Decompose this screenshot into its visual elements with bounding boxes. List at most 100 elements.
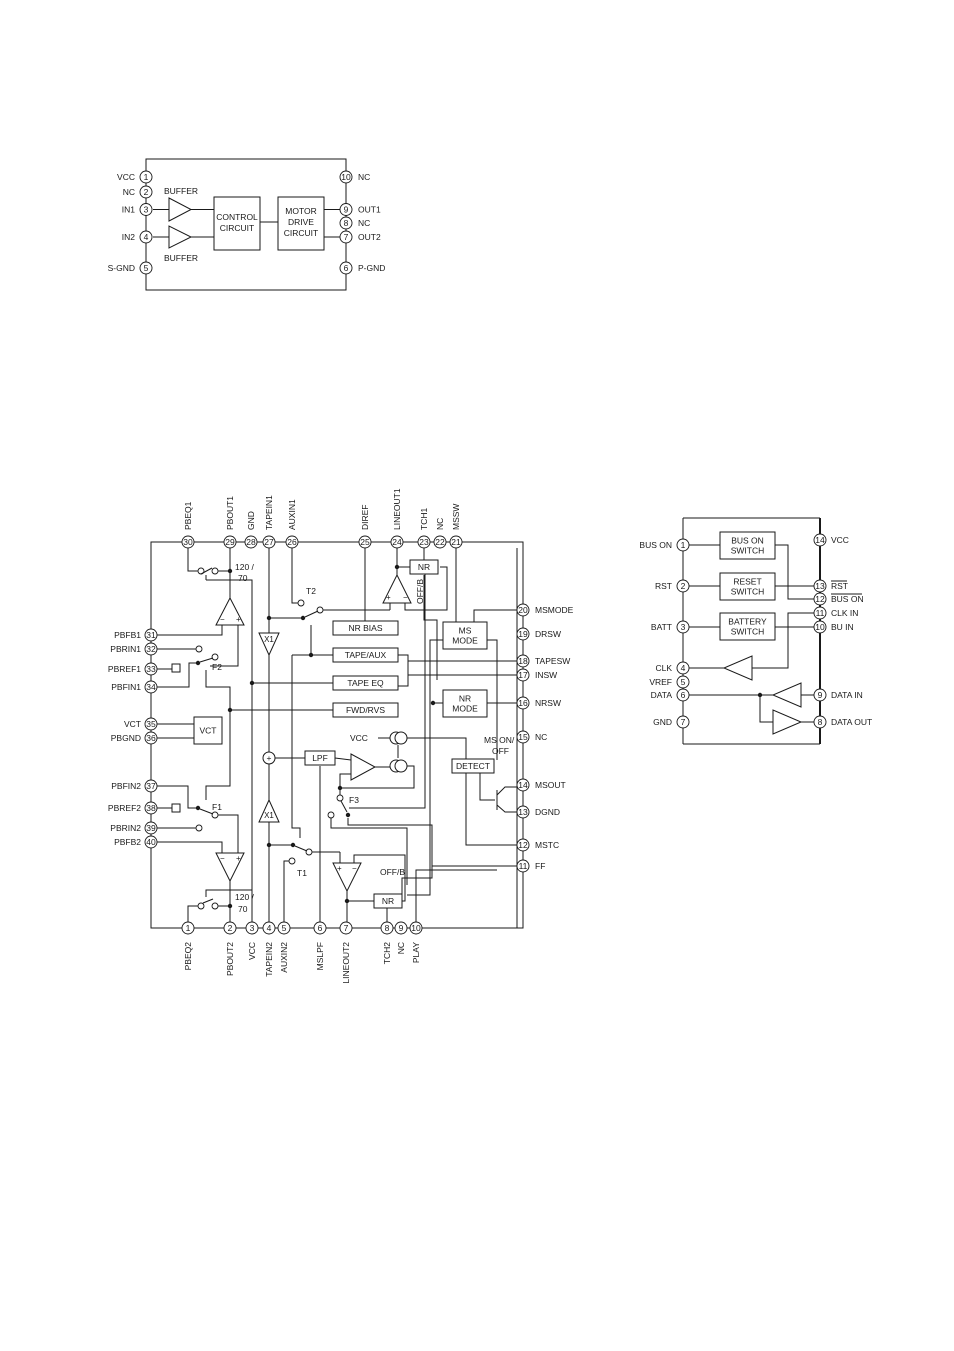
pin-5-name: VREF (649, 677, 672, 687)
pin-7-number: 7 (344, 923, 349, 933)
pin-5-name: AUXIN2 (279, 942, 289, 973)
plus-sign: + (236, 615, 241, 624)
pin-3-number: 3 (681, 622, 686, 632)
pin-30-number: 30 (183, 537, 193, 547)
battery-switch-block-label: SWITCH (731, 627, 765, 637)
pin-40-number: 40 (146, 837, 156, 847)
pin-17-number: 17 (518, 670, 528, 680)
pin-20-number: 20 (518, 605, 528, 615)
control-label-1: CONTROL (216, 212, 258, 222)
pin-23-number: 23 (419, 537, 429, 547)
pin-7-name: LINEOUT2 (341, 942, 351, 984)
wire (496, 804, 517, 813)
pin-39-number: 39 (146, 823, 156, 833)
wire (202, 898, 214, 904)
pin-1-name: BUS ON (639, 540, 672, 550)
pin-13-name: RST (831, 581, 848, 591)
current-source-1-icon-b (394, 731, 408, 745)
pin-1-number: 1 (144, 172, 149, 182)
pin-27-name: TAPEIN1 (264, 495, 274, 530)
ms-amp-icon (350, 753, 377, 781)
pin-12-name: MSTC (535, 840, 559, 850)
pin-17-name: INSW (535, 670, 557, 680)
pin-10-number: 10 (341, 172, 351, 182)
pin-6-number: 6 (344, 263, 349, 273)
nr-top-block-label: NR (418, 562, 430, 572)
pin-14-number: 14 (815, 535, 825, 545)
pin-36-number: 36 (146, 733, 156, 743)
pin-3-name: IN1 (122, 205, 136, 215)
pin-4-number: 4 (681, 663, 686, 673)
ms-mode-block-label: MODE (452, 636, 478, 646)
junction-dot (249, 680, 255, 686)
eq-bottom-label-2: 70 (238, 904, 248, 914)
junction-dot (227, 707, 233, 713)
pin-3-name: VCC (247, 942, 257, 960)
switch-contact (211, 567, 219, 575)
pin-11-number: 11 (519, 861, 528, 871)
wire (407, 737, 467, 760)
switch-contact (211, 653, 219, 661)
wire (187, 548, 198, 572)
pin-24-number: 24 (392, 537, 402, 547)
pin-11-number: 11 (816, 608, 825, 618)
motor-label-3: CIRCUIT (284, 228, 318, 238)
wire (759, 695, 773, 723)
pin-7-name: GND (653, 717, 672, 727)
pin-18-name: TAPESW (535, 656, 570, 666)
battery-switch-block-label: BATTERY (728, 617, 767, 627)
switch-contact (288, 857, 296, 865)
pin-14-number: 14 (518, 780, 528, 790)
current-source-2-icon-b (394, 759, 408, 773)
bus-interface-block-diagram: BUS ONSWITCHRESETSWITCHBATTERYSWITCH 1BU… (639, 517, 872, 745)
pin-19-number: 19 (518, 629, 528, 639)
pin-13-name: DGND (535, 807, 560, 817)
wire (291, 548, 298, 604)
nr-mode-block-label: NR (459, 694, 471, 704)
pin-31-name: PBFB1 (114, 630, 141, 640)
pin-6-number: 6 (681, 690, 686, 700)
pbref1-cap-icon (171, 663, 181, 673)
lpf-block-label: LPF (312, 753, 328, 763)
pin-25-number: 25 (360, 537, 370, 547)
pin-2-name: NC (123, 187, 135, 197)
pin-12-number: 12 (518, 840, 528, 850)
eq-bottom-label-1: 120 / (235, 892, 255, 902)
switch-contact (297, 599, 305, 607)
pin-10-number: 10 (411, 923, 421, 933)
wire (496, 786, 517, 796)
pin-5-number: 5 (681, 677, 686, 687)
wire (347, 818, 433, 895)
switch-contact (305, 848, 313, 856)
minus-sign: − (403, 593, 408, 602)
pin-3-name: BATT (651, 622, 672, 632)
pin-6-name: DATA (651, 690, 673, 700)
pin-4-name: IN2 (122, 232, 136, 242)
pin-36-name: PBGND (111, 733, 141, 743)
ms-on-off-label-2: OFF (492, 746, 509, 756)
pin-35-number: 35 (146, 719, 156, 729)
wire (157, 625, 223, 636)
wire (218, 814, 239, 853)
pin-39-name: PBRIN2 (110, 823, 141, 833)
wire (283, 860, 289, 922)
buffer-bottom-label: BUFFER (164, 253, 198, 263)
wire (334, 757, 352, 761)
pin-3-number: 3 (144, 205, 149, 215)
pin-9-number: 9 (818, 690, 823, 700)
pin-6-name: MSLPF (315, 942, 325, 970)
pin-6-name: P-GND (358, 263, 385, 273)
vcc-label: VCC (350, 733, 368, 743)
pin-15-number: 15 (518, 732, 528, 742)
pin-22-number: 22 (435, 537, 445, 547)
pin-2-name: RST (655, 581, 672, 591)
pin-4-number: 4 (267, 923, 272, 933)
data-in-buffer-icon (771, 682, 802, 708)
plus-sign: + (386, 593, 391, 602)
pin-5-name: S-GND (108, 263, 135, 273)
pin-22-name: NC (435, 518, 445, 530)
pin-18-number: 18 (518, 656, 528, 666)
pbref2-cap-icon (171, 803, 181, 813)
pin-40-name: PBFB2 (114, 837, 141, 847)
eq-top-label-1: 120 / (235, 562, 255, 572)
